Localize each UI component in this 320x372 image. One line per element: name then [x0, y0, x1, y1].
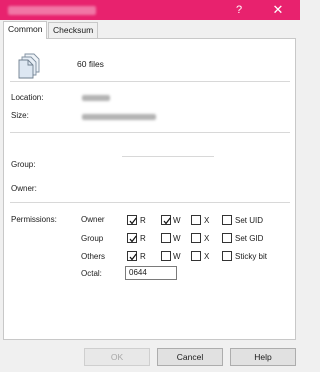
files-icon [18, 53, 40, 79]
help-icon[interactable]: ? [223, 0, 255, 20]
size-value [82, 114, 156, 120]
w-label: W [173, 252, 181, 261]
r-label: R [140, 252, 146, 261]
owner-read-checkbox[interactable] [127, 215, 137, 225]
title-bar: ? ✕ [0, 0, 300, 20]
window-title [8, 6, 96, 15]
owner-write-checkbox[interactable] [161, 215, 171, 225]
owner-label: Owner: [11, 184, 37, 193]
r-label: R [140, 234, 146, 243]
tab-checksum[interactable]: Checksum [48, 22, 99, 38]
setgid-label: Set GID [235, 234, 264, 243]
separator [122, 156, 214, 157]
w-label: W [173, 234, 181, 243]
help-button[interactable]: Help [230, 348, 296, 366]
group-write-checkbox[interactable] [161, 233, 171, 243]
separator [10, 81, 290, 82]
separator [10, 132, 290, 133]
group-label: Group: [11, 160, 36, 169]
close-icon[interactable]: ✕ [262, 0, 294, 20]
r-label: R [140, 216, 146, 225]
setuid-checkbox[interactable] [222, 215, 232, 225]
others-exec-checkbox[interactable] [191, 251, 201, 261]
others-write-checkbox[interactable] [161, 251, 171, 261]
sticky-bit-checkbox[interactable] [222, 251, 232, 261]
location-label: Location: [11, 93, 44, 102]
sticky-bit-label: Sticky bit [235, 252, 268, 261]
w-label: W [173, 216, 181, 225]
group-read-checkbox[interactable] [127, 233, 137, 243]
setgid-checkbox[interactable] [222, 233, 232, 243]
file-count: 60 files [77, 59, 104, 69]
perm-owner-label: Owner [81, 215, 105, 224]
size-label: Size: [11, 111, 29, 120]
properties-panel: 60 files Location: Size: Group: Owner: P… [3, 38, 296, 340]
perm-others-label: Others [81, 252, 106, 261]
perm-group-label: Group [81, 234, 104, 243]
x-label: X [204, 234, 210, 243]
octal-input[interactable]: 0644 [125, 266, 177, 280]
group-exec-checkbox[interactable] [191, 233, 201, 243]
cancel-button[interactable]: Cancel [157, 348, 223, 366]
x-label: X [204, 216, 210, 225]
others-read-checkbox[interactable] [127, 251, 137, 261]
x-label: X [204, 252, 210, 261]
ok-button[interactable]: OK [84, 348, 150, 366]
tab-common[interactable]: Common [3, 21, 48, 39]
setuid-label: Set UID [235, 216, 264, 225]
permissions-label: Permissions: [11, 215, 57, 224]
octal-label: Octal: [81, 269, 102, 278]
location-value [82, 95, 110, 101]
owner-exec-checkbox[interactable] [191, 215, 201, 225]
separator [10, 202, 290, 203]
